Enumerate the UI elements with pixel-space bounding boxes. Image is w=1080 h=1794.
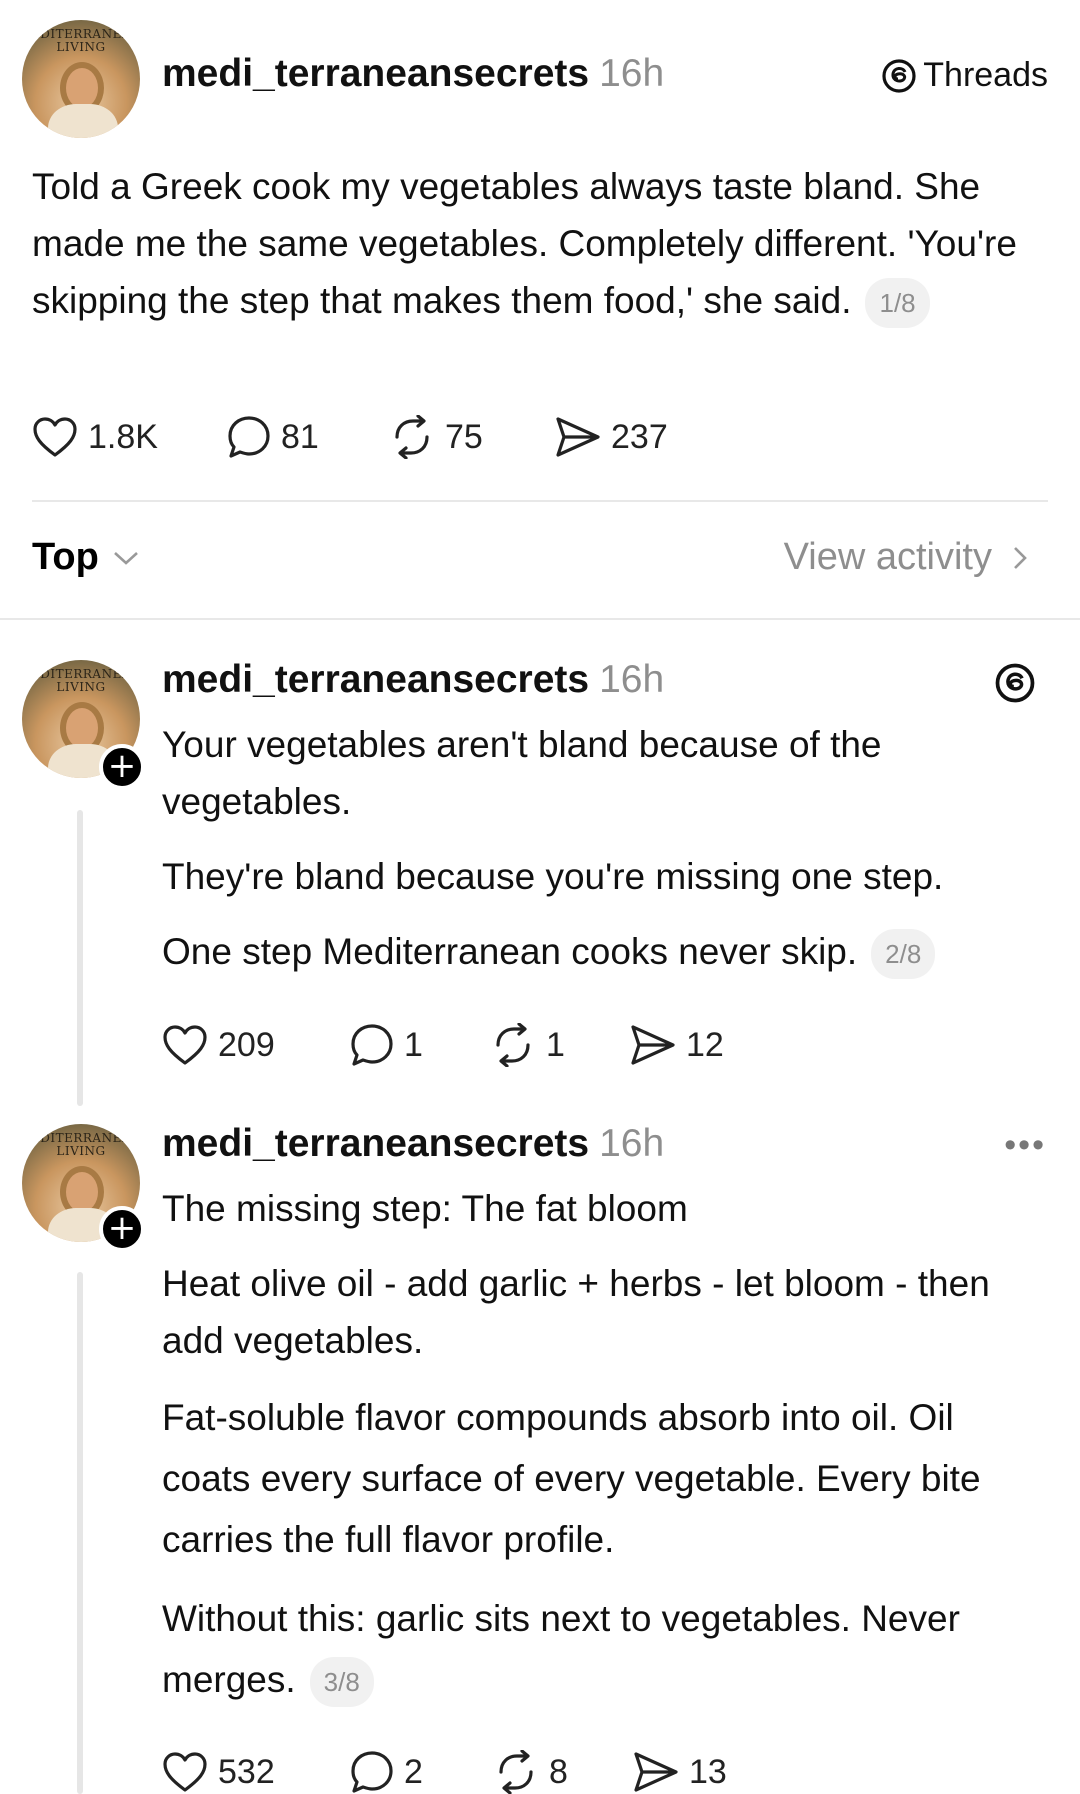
post-header: medi_terraneansecrets 16h	[162, 658, 664, 702]
more-options-button[interactable]: •••	[1004, 1126, 1046, 1165]
comment-count: 81	[281, 417, 319, 456]
threads-badge[interactable]	[994, 662, 1042, 704]
post-paragraph: One step Mediterranean cooks never skip.…	[162, 923, 1062, 980]
view-activity-link[interactable]: View activity	[784, 536, 1030, 579]
like-count: 1.8K	[88, 417, 158, 456]
threads-label: Threads	[923, 56, 1048, 94]
post-time: 16h	[599, 52, 665, 95]
post-body: Your vegetables aren't bland because of …	[162, 716, 1062, 998]
comment-count: 1	[404, 1025, 423, 1064]
send-icon	[556, 417, 600, 457]
post-header: medi_terraneansecrets 16h	[162, 52, 664, 96]
share-button[interactable]: 13	[633, 1751, 727, 1793]
share-count: 13	[689, 1752, 727, 1791]
heart-icon	[163, 1025, 207, 1065]
repost-icon	[499, 1750, 533, 1794]
like-button[interactable]: 532	[162, 1751, 350, 1793]
share-count: 237	[611, 417, 668, 456]
repost-icon	[496, 1023, 530, 1067]
thread-pager: 2/8	[871, 929, 936, 980]
threads-logo-icon	[882, 58, 916, 93]
avatar-logo-text: EDITERRANEA LIVING	[30, 667, 132, 694]
username-link[interactable]: medi_terraneansecrets	[162, 52, 589, 95]
repost-count: 75	[445, 417, 483, 456]
repost-icon	[395, 415, 429, 459]
avatar-face	[66, 68, 98, 108]
share-button[interactable]: 12	[630, 1024, 724, 1066]
share-count: 12	[686, 1025, 724, 1064]
sort-dropdown[interactable]: Top	[32, 536, 141, 579]
follow-plus-button[interactable]: +	[99, 1206, 145, 1252]
like-button[interactable]: 1.8K	[32, 416, 227, 458]
avatar-face	[66, 1172, 98, 1212]
post-actions: 532 2 8 13	[162, 1750, 727, 1794]
heart-icon	[33, 417, 77, 457]
post-actions: 1.8K 81 75 237	[32, 415, 668, 459]
like-button[interactable]: 209	[162, 1024, 350, 1066]
comment-button[interactable]: 1	[350, 1023, 490, 1067]
comment-button[interactable]: 81	[227, 415, 389, 459]
comment-count: 2	[404, 1752, 423, 1791]
comment-icon	[228, 416, 270, 458]
repost-button[interactable]: 1	[490, 1023, 630, 1067]
post-paragraph: They're bland because you're missing one…	[162, 856, 944, 897]
post-time: 16h	[599, 658, 665, 701]
thread-pager: 3/8	[309, 1657, 374, 1708]
post-header: medi_terraneansecrets 16h	[162, 1122, 664, 1166]
post-paragraph: Without this: garlic sits next to vegeta…	[162, 1588, 1032, 1710]
post-time: 16h	[599, 1122, 665, 1165]
follow-plus-button[interactable]: +	[99, 744, 145, 790]
heart-icon	[163, 1752, 207, 1792]
post-paragraph-text: One step Mediterranean cooks never skip.	[162, 931, 858, 972]
send-icon	[631, 1025, 675, 1065]
comment-button[interactable]: 2	[350, 1750, 493, 1794]
repost-count: 1	[546, 1025, 565, 1064]
thread-line	[77, 1272, 83, 1794]
post-divider	[32, 500, 1048, 502]
repost-button[interactable]: 75	[389, 415, 555, 459]
post-paragraph-text: Without this: garlic sits next to vegeta…	[162, 1598, 960, 1700]
username-link[interactable]: medi_terraneansecrets	[162, 658, 589, 701]
avatar-face	[66, 708, 98, 748]
thread-pager: 1/8	[865, 278, 930, 329]
share-button[interactable]: 237	[555, 416, 668, 458]
post-actions: 209 1 1 12	[162, 1023, 724, 1067]
repost-button[interactable]: 8	[493, 1750, 633, 1794]
sort-label: Top	[32, 536, 99, 578]
chevron-down-icon	[113, 551, 138, 565]
avatar-logo-text: EDITERRANEA LIVING	[30, 1131, 132, 1158]
like-count: 532	[218, 1752, 275, 1791]
avatar-logo-text: EDITERRANEA LIVING	[30, 27, 132, 54]
post-body: The missing step: The fat bloom Heat oli…	[162, 1180, 1032, 1728]
send-icon	[634, 1752, 678, 1792]
chevron-right-icon	[1014, 546, 1027, 569]
post-paragraph: Heat olive oil - add garlic + herbs - le…	[162, 1263, 990, 1361]
avatar[interactable]: EDITERRANEA LIVING	[22, 20, 140, 138]
username-link[interactable]: medi_terraneansecrets	[162, 1122, 589, 1165]
threads-badge[interactable]: Threads	[881, 56, 1048, 95]
thread-line	[77, 810, 83, 1106]
view-activity-label: View activity	[783, 536, 992, 578]
like-count: 209	[218, 1025, 275, 1064]
post-paragraph: The missing step: The fat bloom	[162, 1188, 688, 1229]
post-paragraph: Fat-soluble flavor compounds absorb into…	[162, 1397, 981, 1560]
threads-logo-icon	[995, 663, 1035, 703]
comment-icon	[351, 1024, 393, 1066]
comment-icon	[351, 1751, 393, 1793]
repost-count: 8	[549, 1752, 568, 1791]
post-paragraph: Your vegetables aren't bland because of …	[162, 724, 882, 822]
post-body: Told a Greek cook my vegetables always t…	[32, 158, 1042, 329]
section-divider	[0, 618, 1080, 620]
avatar-body	[48, 104, 118, 138]
